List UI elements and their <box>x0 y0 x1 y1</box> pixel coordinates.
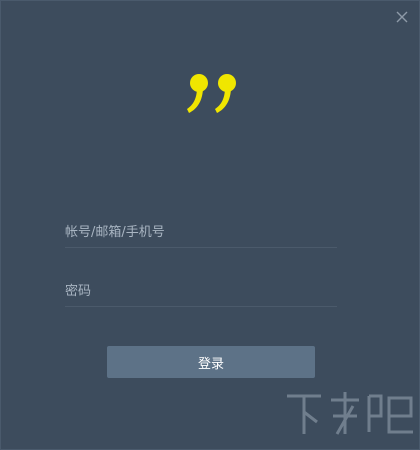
login-window: 登录 <box>0 0 420 450</box>
watermark-logo <box>287 392 413 435</box>
close-button[interactable] <box>395 9 409 23</box>
account-field <box>65 217 337 248</box>
close-icon <box>396 11 408 23</box>
password-field <box>65 276 337 307</box>
quote-mark-logo <box>187 74 236 113</box>
password-input[interactable] <box>65 276 337 306</box>
account-input[interactable] <box>65 217 337 247</box>
login-button[interactable]: 登录 <box>107 346 315 378</box>
